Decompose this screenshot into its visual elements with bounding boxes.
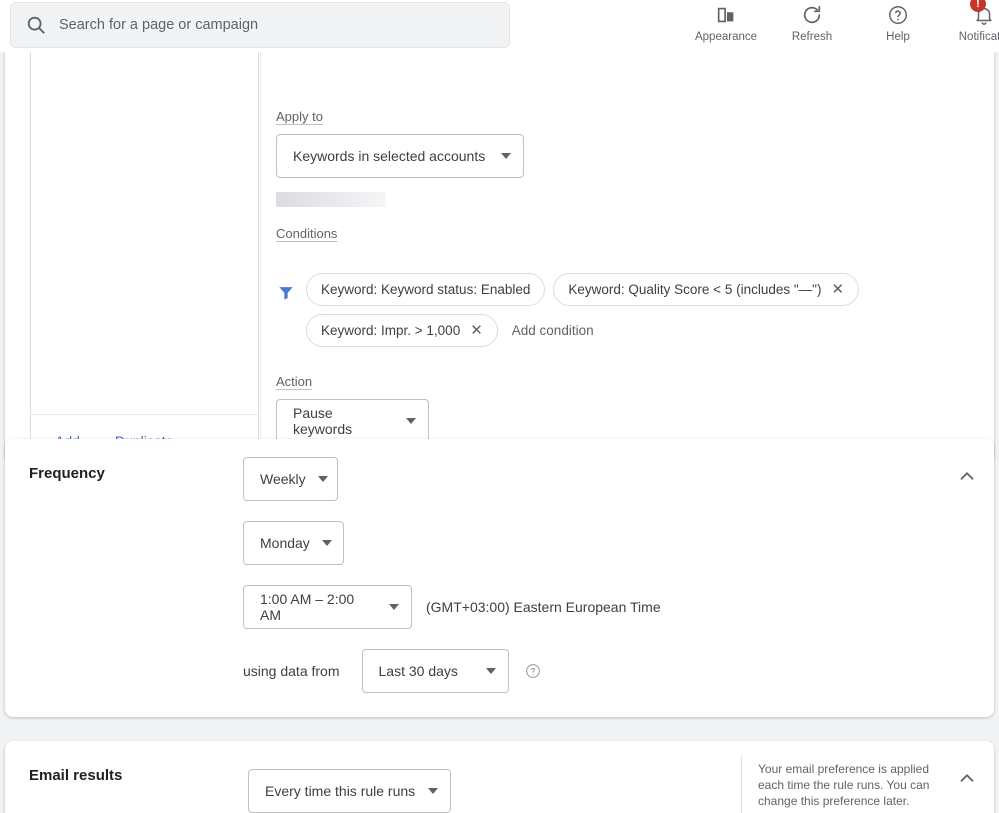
email-results-title: Email results (29, 767, 123, 784)
add-condition-button[interactable]: Add condition (506, 314, 600, 347)
chevron-up-icon (956, 465, 978, 492)
frequency-title: Frequency (29, 465, 105, 482)
refresh-label: Refresh (791, 31, 833, 43)
remove-condition-icon[interactable]: ✕ (470, 323, 483, 338)
frequency-collapse-button[interactable] (950, 461, 984, 495)
frequency-interval-select[interactable]: Weekly (243, 457, 338, 501)
rule-card: Add Duplicate Apply to Keywords in selec… (5, 4, 994, 462)
using-data-from-label: using data from (243, 663, 340, 679)
email-preference-note: Your email preference is applied each ti… (758, 762, 930, 808)
frequency-day-select[interactable]: Monday (243, 521, 344, 565)
conditions-area: Keyword: Keyword status: Enabled Keyword… (276, 273, 994, 347)
page-body: Add Duplicate Apply to Keywords in selec… (0, 4, 999, 813)
apply-to-select[interactable]: Keywords in selected accounts (276, 134, 524, 178)
help-button[interactable]: Help (869, 0, 927, 43)
loading-placeholder (276, 192, 386, 207)
frequency-time-value: 1:00 AM – 2:00 AM (260, 591, 355, 623)
chevron-down-icon (485, 668, 496, 674)
refresh-icon (801, 0, 823, 30)
apply-to-value: Keywords in selected accounts (293, 148, 486, 164)
condition-chip[interactable]: Keyword: Impr. > 1,000 ✕ (306, 314, 498, 347)
help-icon (887, 0, 909, 30)
email-frequency-value: Every time this rule runs (265, 783, 416, 799)
condition-chip-label: Keyword: Quality Score < 5 (includes "—"… (568, 282, 822, 297)
email-collapse-button[interactable] (950, 763, 984, 797)
apply-to-label: Apply to (276, 109, 323, 124)
condition-chip[interactable]: Keyword: Keyword status: Enabled (306, 273, 546, 306)
chevron-down-icon (501, 153, 511, 159)
frequency-day-value: Monday (260, 535, 310, 551)
rule-list-panel (30, 4, 259, 414)
chevron-down-icon (321, 540, 332, 546)
frequency-interval-row: Weekly (243, 457, 661, 501)
refresh-button[interactable]: Refresh (783, 0, 841, 43)
search-input[interactable] (59, 17, 495, 33)
email-results-card: Email results Every time this rule runs … (5, 741, 994, 813)
frequency-day-row: Monday (243, 521, 661, 565)
frequency-card: Frequency Weekly Monday 1:00 AM – 2:00 A… (5, 439, 994, 717)
help-circle-icon[interactable] (525, 663, 541, 679)
frequency-interval-value: Weekly (260, 471, 306, 487)
search-box[interactable] (10, 2, 510, 48)
help-label: Help (886, 31, 910, 43)
frequency-fields: Weekly Monday 1:00 AM – 2:00 AM (GMT+03:… (243, 457, 661, 693)
appearance-label: Appearance (694, 31, 758, 43)
chevron-down-icon (389, 604, 399, 610)
data-range-value: Last 30 days (378, 663, 458, 679)
remove-condition-icon[interactable]: ✕ (831, 282, 844, 297)
action-label: Action (276, 374, 313, 389)
appearance-button[interactable]: Appearance (694, 0, 758, 43)
chevron-down-icon (406, 418, 416, 424)
notifications-button[interactable]: ! Notificatio (955, 0, 999, 43)
action-value: Pause keywords (293, 405, 353, 437)
notifications-label: Notificatio (958, 31, 999, 43)
column-divider (260, 4, 261, 462)
email-note-divider (741, 755, 742, 813)
bell-icon: ! (970, 0, 995, 30)
condition-chip[interactable]: Keyword: Quality Score < 5 (includes "—"… (553, 273, 860, 306)
app-header: Appearance Refresh Help (0, 0, 999, 52)
header-actions: Appearance Refresh Help ! Notifica (694, 0, 999, 52)
frequency-time-row: 1:00 AM – 2:00 AM (GMT+03:00) Eastern Eu… (243, 585, 661, 629)
filter-icon (276, 273, 306, 308)
email-frequency-select[interactable]: Every time this rule runs (248, 769, 451, 813)
data-range-select[interactable]: Last 30 days (361, 649, 509, 693)
condition-chip-label: Keyword: Impr. > 1,000 (321, 323, 461, 338)
chevron-down-icon (317, 476, 328, 482)
frequency-time-select[interactable]: 1:00 AM – 2:00 AM (243, 585, 412, 629)
search-icon (25, 14, 47, 36)
email-frequency-field: Every time this rule runs (248, 769, 451, 813)
chevron-down-icon (428, 788, 438, 794)
timezone-label: (GMT+03:00) Eastern European Time (426, 599, 661, 615)
data-range-row: using data from Last 30 days (243, 649, 661, 693)
chevron-up-icon (956, 767, 978, 794)
action-select[interactable]: Pause keywords (276, 399, 429, 443)
condition-chip-list: Keyword: Keyword status: Enabled Keyword… (306, 273, 926, 347)
action-area: Action Pause keywords (276, 373, 994, 443)
condition-chip-label: Keyword: Keyword status: Enabled (321, 282, 531, 297)
rule-settings-column: Apply to Keywords in selected accounts C… (276, 4, 994, 462)
appearance-icon (715, 0, 737, 30)
conditions-label: Conditions (276, 226, 338, 241)
